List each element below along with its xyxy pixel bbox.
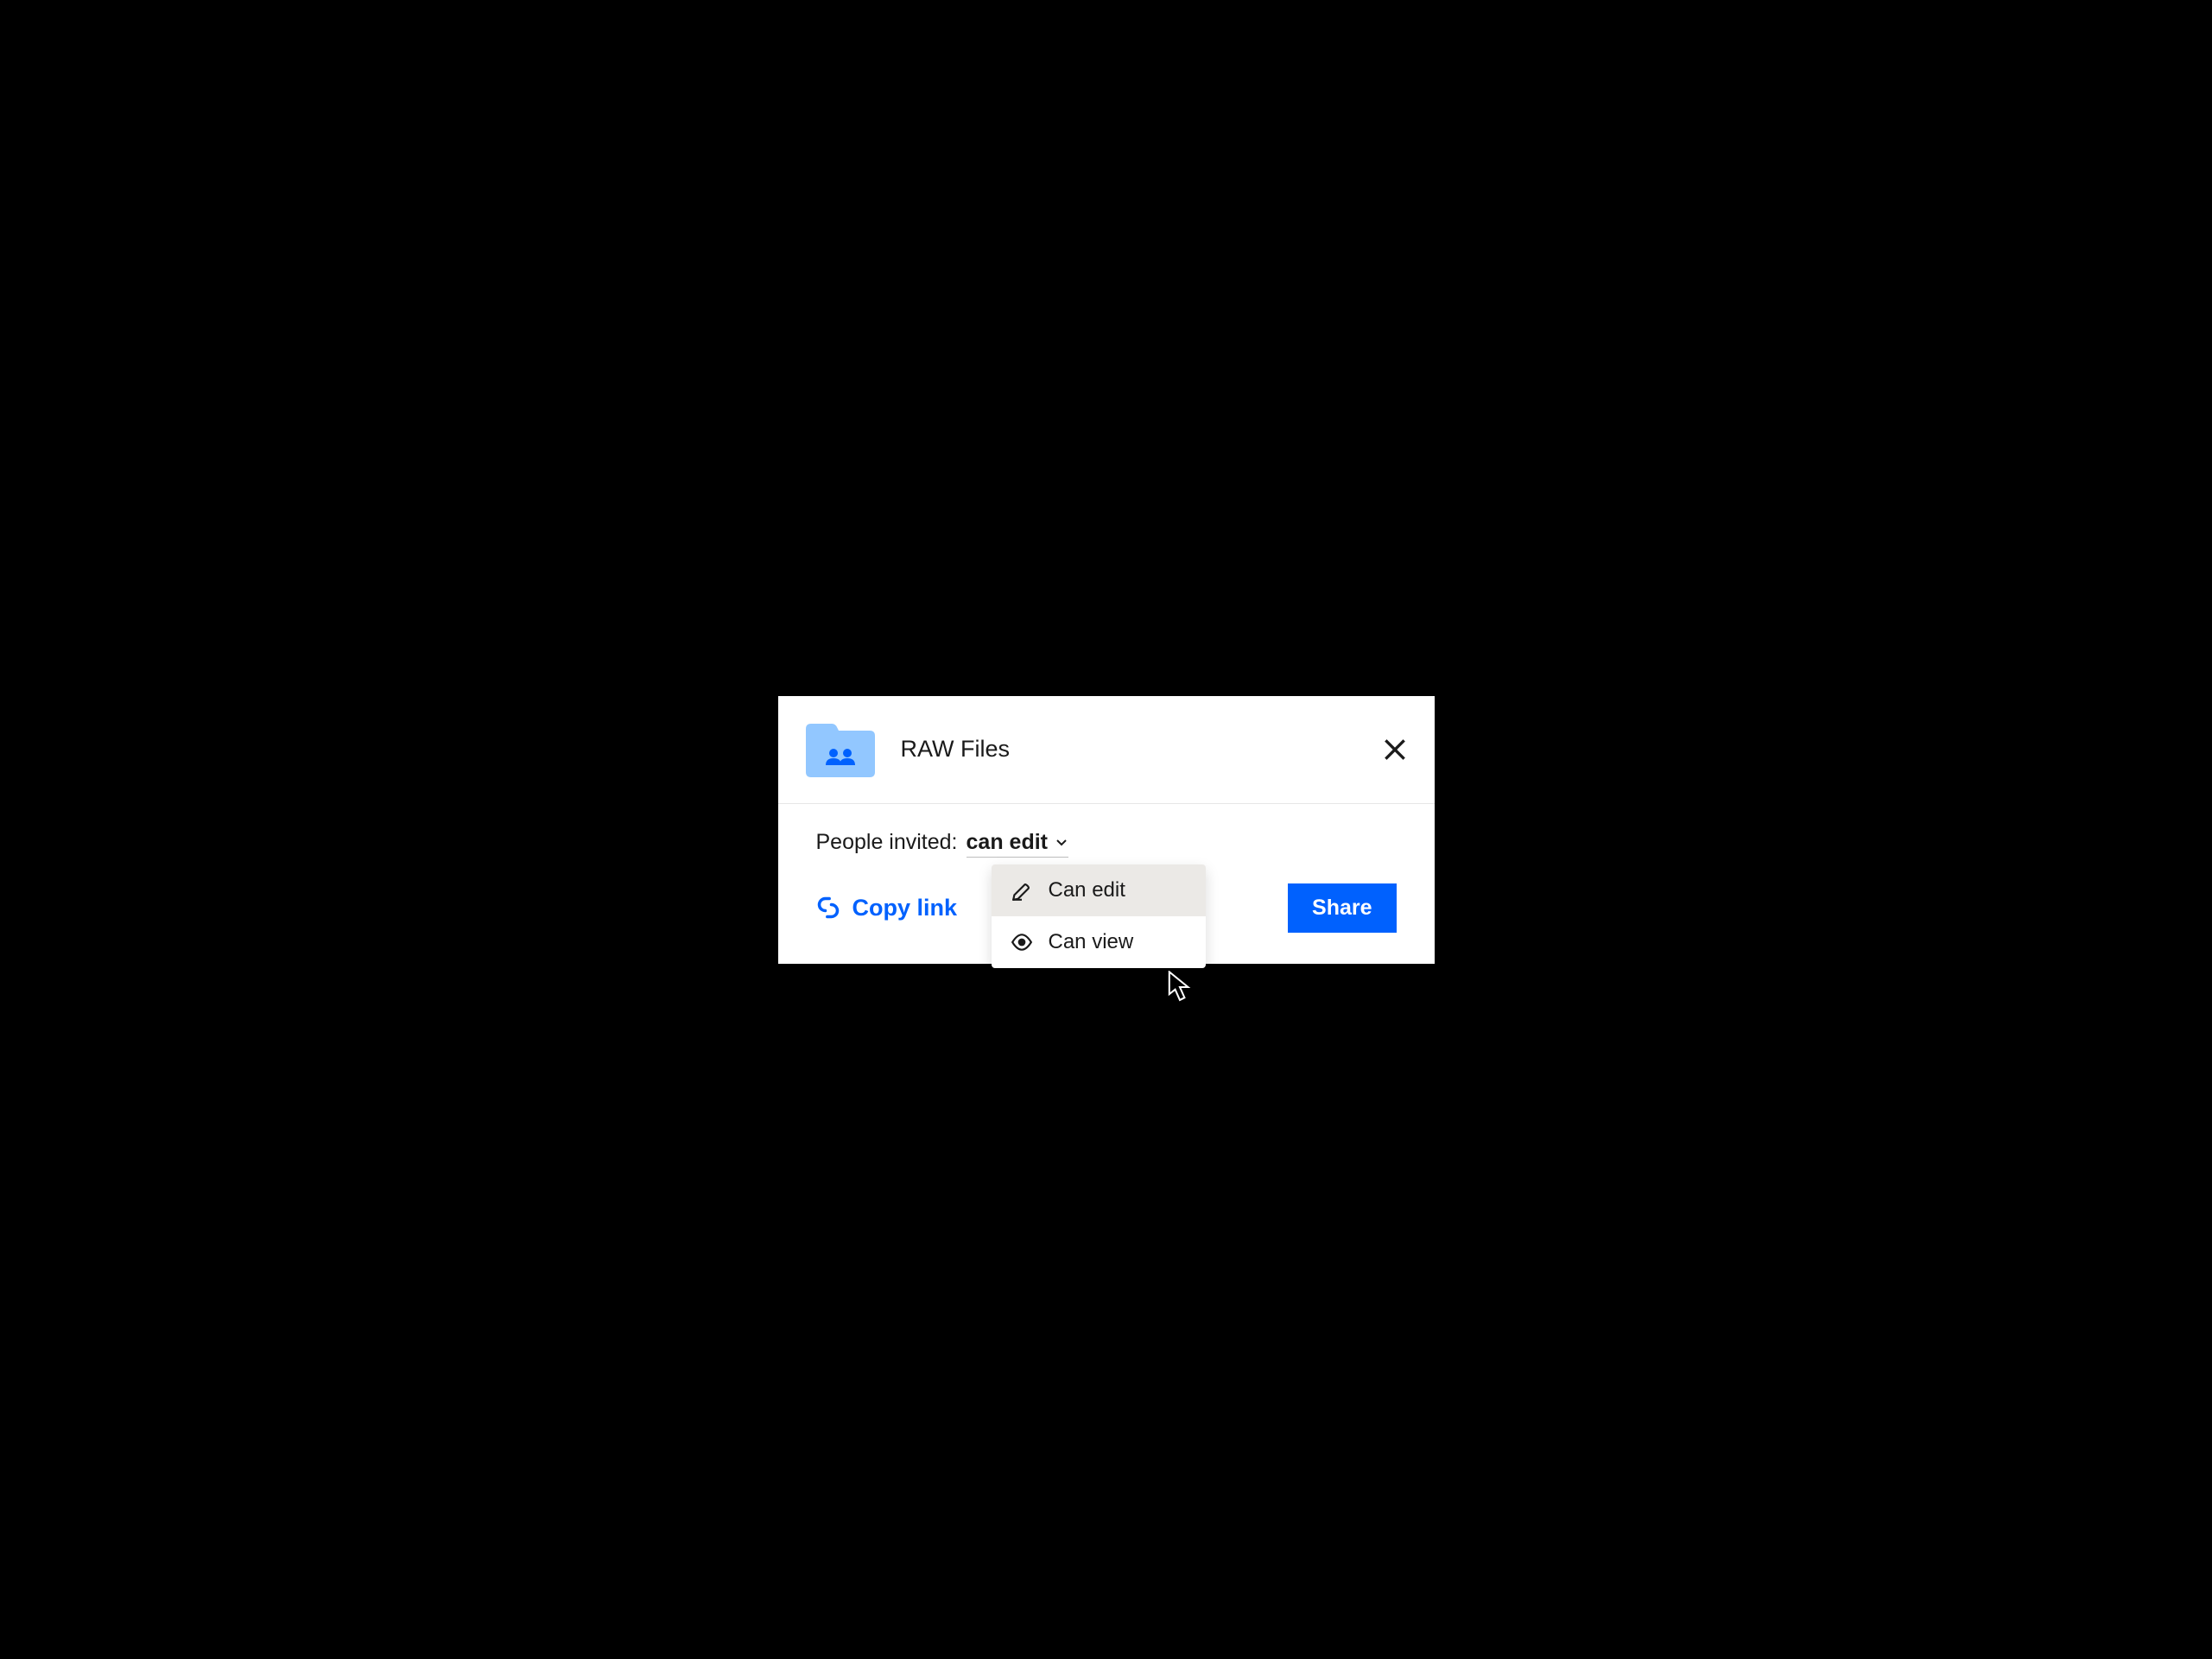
people-invited-label: People invited:: [816, 830, 958, 855]
copy-link-label: Copy link: [852, 895, 958, 921]
dropdown-option-label: Can view: [1049, 930, 1134, 954]
chevron-down-icon: [1055, 835, 1068, 849]
permission-selected-value: can edit: [967, 830, 1048, 855]
share-button[interactable]: Share: [1288, 883, 1396, 933]
permission-dropdown-trigger[interactable]: can edit: [967, 830, 1068, 858]
eye-icon: [1011, 931, 1033, 953]
shared-folder-icon: [804, 720, 877, 779]
pencil-icon: [1011, 879, 1033, 902]
link-icon: [816, 896, 840, 920]
dialog-body: People invited: can edit Can edit: [778, 804, 1435, 883]
cursor-icon: [1167, 971, 1193, 1004]
close-icon: [1381, 736, 1409, 763]
dialog-header: RAW Files: [778, 696, 1435, 804]
close-button[interactable]: [1381, 736, 1409, 763]
permission-dropdown: Can edit Can view: [992, 864, 1206, 968]
permission-line: People invited: can edit: [816, 830, 1397, 858]
dropdown-option-can-view[interactable]: Can view: [992, 916, 1206, 968]
dropdown-option-label: Can edit: [1049, 878, 1125, 902]
share-dialog: RAW Files People invited: can edit: [778, 696, 1435, 964]
copy-link-button[interactable]: Copy link: [816, 895, 958, 921]
dropdown-option-can-edit[interactable]: Can edit: [992, 864, 1206, 916]
folder-name: RAW Files: [901, 736, 1381, 763]
